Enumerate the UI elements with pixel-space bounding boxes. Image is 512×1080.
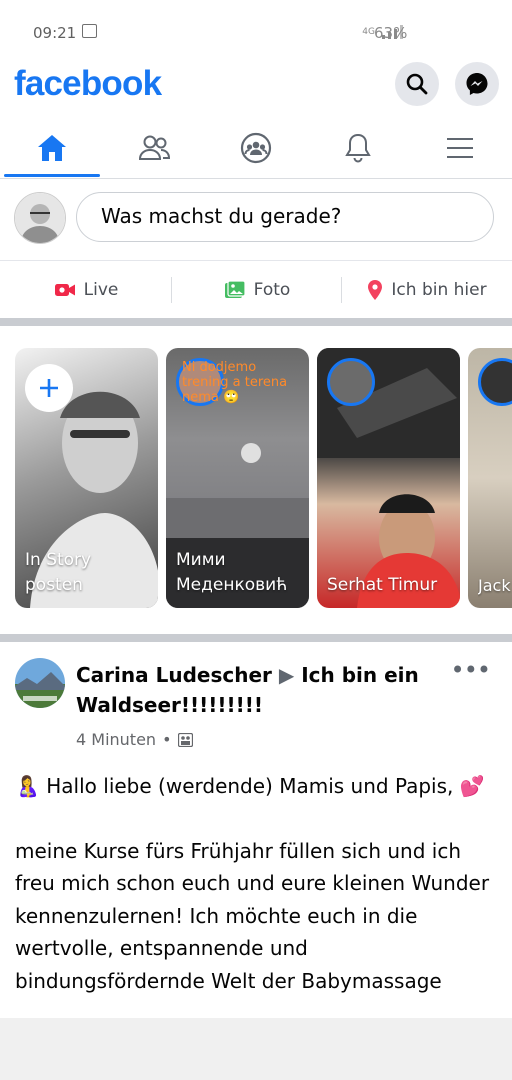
live-video-icon — [54, 284, 75, 296]
tab-notifications[interactable] — [308, 120, 408, 176]
check-in-button[interactable]: Ich bin hier — [342, 261, 512, 319]
story-create[interactable]: In Story posten — [15, 348, 158, 608]
story-name: Мими Меденковић — [176, 550, 288, 595]
home-icon — [38, 135, 66, 161]
status-input[interactable]: Was machst du gerade? — [76, 192, 494, 242]
status-bar: 09:21 4G 63% — [0, 0, 512, 62]
system-navigation-bar — [0, 1018, 512, 1080]
author-name[interactable]: Carina Ludescher — [76, 663, 272, 687]
live-button[interactable]: Live — [0, 261, 172, 319]
dot-separator: • — [162, 730, 172, 749]
live-label: Live — [83, 280, 119, 300]
my-avatar[interactable] — [14, 192, 66, 244]
tab-menu[interactable] — [410, 120, 510, 176]
story-avatar — [478, 358, 512, 406]
story-overlay-text: Ni dodjemo trening a terena nema 🙄 — [182, 360, 288, 405]
story-name: Serhat Timur — [327, 575, 438, 595]
post-text: 🤱 Hallo liebe (werdende) Mamis und Papis… — [15, 770, 501, 997]
story-card[interactable]: Serhat Timur — [317, 348, 460, 608]
post-title: Carina Ludescher ▶ Ich bin ein Waldseer!… — [76, 660, 456, 720]
plus-icon — [40, 379, 58, 397]
tab-home[interactable] — [2, 120, 102, 177]
hamburger-menu-icon — [447, 138, 473, 158]
story-avatar — [327, 358, 375, 406]
story-card[interactable]: Ni dodjemo trening a terena nema 🙄 Мими … — [166, 348, 309, 608]
search-button[interactable] — [395, 62, 439, 106]
arrow-icon: ▶ — [278, 663, 295, 687]
facebook-logo[interactable]: facebook — [14, 64, 162, 104]
story-name: Jack Serc — [478, 576, 512, 595]
tab-groups[interactable] — [206, 120, 306, 176]
messenger-icon — [466, 73, 488, 95]
messenger-button[interactable] — [455, 62, 499, 106]
post-time[interactable]: 4 Minuten — [76, 730, 156, 749]
story-name: In Story posten — [25, 550, 92, 595]
audience-icon — [177, 732, 193, 747]
battery-level: 63% — [374, 24, 408, 42]
photo-icon — [224, 280, 246, 298]
friends-icon — [138, 135, 171, 160]
search-icon — [406, 73, 428, 95]
main-tab-bar — [0, 120, 512, 179]
post-text-line: 🤱 Hallo liebe (werdende) Mamis und Papis… — [15, 774, 485, 798]
check-in-label: Ich bin hier — [391, 280, 487, 300]
photo-button[interactable]: Foto — [172, 261, 342, 319]
tab-friends[interactable] — [104, 120, 204, 176]
gallery-notification-icon — [82, 24, 97, 38]
post-meta: 4 Minuten • — [76, 730, 193, 749]
stories-tray: In Story posten Ni dodjemo trening a ter… — [0, 326, 512, 634]
composer-actions: Live Foto Ich bin hier — [0, 260, 512, 319]
add-story-button[interactable] — [25, 364, 73, 412]
clock: 09:21 — [33, 24, 77, 42]
author-avatar[interactable] — [15, 658, 65, 708]
post-text-line: meine Kurse fürs Frühjahr füllen sich un… — [15, 838, 490, 993]
story-card[interactable]: Jack Serc — [468, 348, 512, 608]
section-divider — [0, 318, 512, 326]
location-pin-icon — [368, 280, 383, 300]
more-options-button[interactable]: ••• — [451, 656, 491, 684]
photo-label: Foto — [253, 280, 291, 300]
post-composer: Was machst du gerade? — [0, 180, 512, 260]
bell-icon — [345, 133, 371, 163]
section-divider — [0, 634, 512, 642]
groups-icon — [240, 132, 272, 164]
